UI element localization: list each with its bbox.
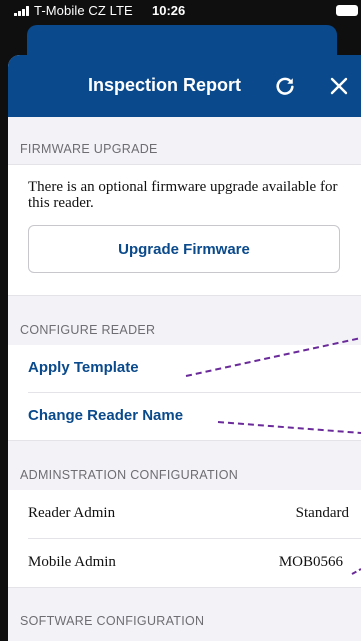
close-icon[interactable] bbox=[330, 77, 348, 95]
apply-template-link[interactable]: Apply Template bbox=[28, 359, 139, 376]
signal-strength-icon bbox=[14, 6, 32, 16]
carrier-label: T-Mobile CZ LTE bbox=[34, 3, 133, 18]
sheet-body: FIRMWARE UPGRADE There is an optional fi… bbox=[8, 117, 361, 641]
section-header-configure: CONFIGURE READER bbox=[8, 295, 361, 346]
section-label: CONFIGURE READER bbox=[20, 323, 156, 337]
page-title: Inspection Report bbox=[88, 75, 242, 95]
mobile-admin-value: MOB0566 bbox=[278, 554, 343, 570]
section-label: ADMINSTRATION CONFIGURATION bbox=[20, 468, 239, 482]
upgrade-firmware-button[interactable]: Upgrade Firmware bbox=[28, 225, 340, 273]
mobile-admin-label: Mobile Admin bbox=[28, 554, 116, 570]
list-item-apply-template[interactable]: Apply Template bbox=[8, 345, 361, 392]
section-header-software: SOFTWARE CONFIGURATION bbox=[8, 587, 361, 641]
refresh-icon[interactable] bbox=[274, 75, 296, 97]
mobile-admin-row[interactable]: Mobile Admin MOB0566 bbox=[8, 539, 361, 587]
firmware-message: There is an optional firmware upgrade av… bbox=[28, 179, 338, 211]
section-header-firmware: FIRMWARE UPGRADE bbox=[8, 117, 361, 165]
section-header-admin: ADMINSTRATION CONFIGURATION bbox=[8, 440, 361, 491]
status-bar: T-Mobile CZ LTE 10:26 bbox=[0, 0, 361, 22]
section-label: FIRMWARE UPGRADE bbox=[20, 142, 158, 156]
background-card bbox=[27, 25, 337, 55]
battery-icon bbox=[336, 5, 358, 16]
change-reader-name-link[interactable]: Change Reader Name bbox=[28, 407, 183, 424]
list-item-change-reader-name[interactable]: Change Reader Name bbox=[8, 393, 361, 440]
section-label: SOFTWARE CONFIGURATION bbox=[20, 614, 205, 628]
sheet-header: Inspection Report bbox=[8, 55, 361, 117]
reader-admin-row[interactable]: Reader Admin Standard bbox=[8, 490, 361, 538]
status-time: 10:26 bbox=[152, 3, 186, 18]
reader-admin-label: Reader Admin bbox=[28, 505, 116, 521]
inspection-report-sheet: Inspection Report FIRMWARE UPGRADE There… bbox=[8, 55, 361, 641]
reader-admin-value: Standard bbox=[295, 505, 349, 521]
